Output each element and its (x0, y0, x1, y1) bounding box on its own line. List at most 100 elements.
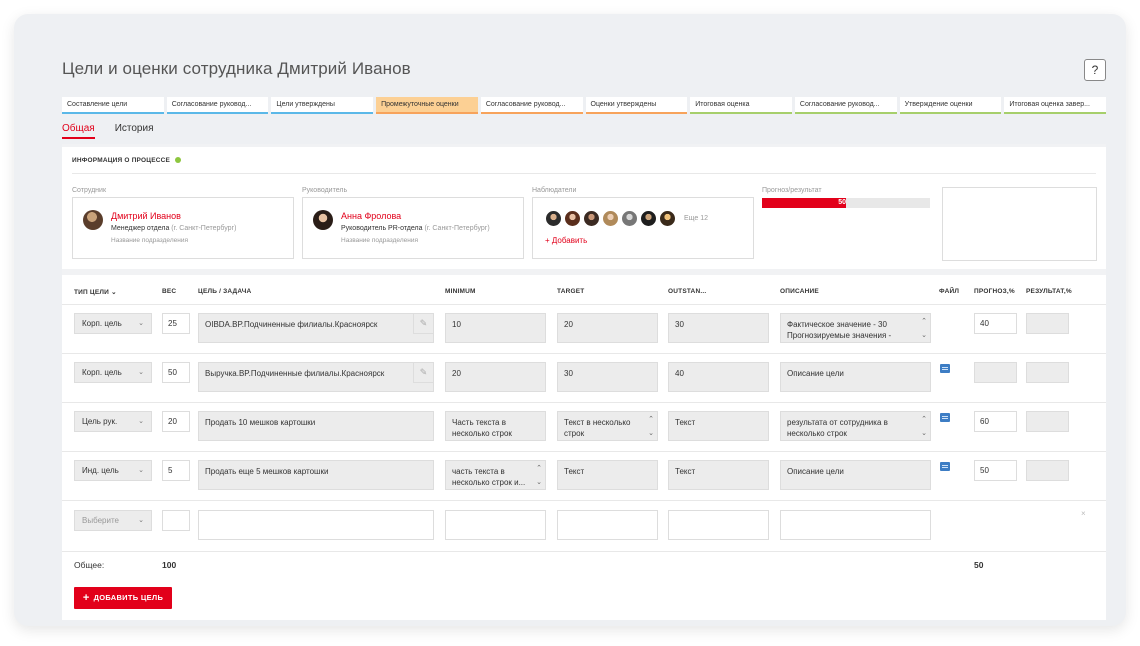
avatar[interactable] (621, 210, 638, 227)
forecast-input[interactable]: 60 (974, 411, 1017, 432)
manager-card: Анна Фролова Руководитель PR-отдела (г. … (302, 197, 524, 259)
task-input[interactable]: OIBDA.BP.Подчиненные филиалы.Красноярск (198, 313, 434, 343)
divider (62, 353, 1106, 354)
outstanding-input[interactable] (668, 510, 769, 540)
outstanding-field[interactable]: 30 (668, 313, 769, 343)
col-header-forecast: ПРОГНОЗ,% (974, 288, 1015, 295)
divider (72, 173, 1096, 174)
main-content: ИНФОРМАЦИЯ О ПРОЦЕССЕ Сотрудник Дмитрий … (62, 144, 1106, 620)
forecast-progress: 50 (762, 198, 930, 208)
minimum-field[interactable]: часть текста в несколько строк и... ⌃ ⌄ (445, 460, 546, 490)
col-header-type[interactable]: ТИП ЦЕЛИ ⌄ (74, 288, 117, 296)
scroll-down-icon[interactable]: ⌄ (921, 330, 927, 341)
process-step[interactable]: Итоговая оценка завер... (1004, 97, 1107, 114)
tabs: Общая История (62, 123, 154, 139)
process-step[interactable]: Оценки утверждены (585, 97, 688, 114)
employee-name[interactable]: Дмитрий Иванов (111, 211, 181, 221)
close-icon[interactable]: × (1081, 509, 1086, 518)
chevron-down-icon: ⌄ (111, 289, 117, 296)
file-icon[interactable] (940, 462, 950, 471)
help-button[interactable]: ? (1084, 59, 1106, 81)
chevron-down-icon: ⌄ (138, 418, 144, 425)
avatar[interactable] (640, 210, 657, 227)
outstanding-field[interactable]: 40 (668, 362, 769, 392)
minimum-input[interactable] (445, 510, 546, 540)
observers-label: Наблюдатели (532, 187, 577, 194)
scroll-down-icon[interactable]: ⌄ (536, 477, 542, 488)
goal-type-select[interactable]: Инд. цель ⌄ (74, 460, 152, 481)
divider (62, 451, 1106, 452)
description-field[interactable]: Описание цели (780, 362, 931, 392)
task-input[interactable]: Выручка.BP.Подчиненные филиалы.Красноярс… (198, 362, 434, 392)
process-step[interactable]: Цели утверждены (271, 97, 374, 114)
result-input[interactable] (1026, 460, 1069, 481)
avatar[interactable] (659, 210, 676, 227)
target-field[interactable]: 20 (557, 313, 658, 343)
scroll-down-icon[interactable]: ⌄ (921, 428, 927, 439)
manager-name[interactable]: Анна Фролова (341, 211, 401, 221)
manager-role: Руководитель PR-отдела (г. Санкт-Петербу… (341, 225, 490, 232)
target-field[interactable]: 30 (557, 362, 658, 392)
process-info-heading: ИНФОРМАЦИЯ О ПРОЦЕССЕ (72, 157, 182, 164)
process-step[interactable]: Промежуточные оценки (376, 97, 478, 114)
minimum-field[interactable]: Часть текста в несколько строк (445, 411, 546, 441)
target-input[interactable] (557, 510, 658, 540)
minimum-field[interactable]: 10 (445, 313, 546, 343)
file-icon[interactable] (940, 364, 950, 373)
task-input[interactable] (198, 510, 434, 540)
description-field[interactable]: Описание цели (780, 460, 931, 490)
outstanding-field[interactable]: Текст (668, 411, 769, 441)
outstanding-field[interactable]: Текст (668, 460, 769, 490)
process-step[interactable]: Итоговая оценка (690, 97, 792, 114)
forecast-input[interactable]: 50 (974, 460, 1017, 481)
col-header-minimum: MINIMUM (445, 288, 476, 295)
process-step[interactable]: Утверждение оценки (899, 97, 1002, 114)
forecast-input[interactable] (974, 362, 1017, 383)
target-field[interactable]: Текст (557, 460, 658, 490)
scroll-down-icon[interactable]: ⌄ (648, 428, 654, 439)
add-observer-link[interactable]: + Добавить (545, 236, 587, 245)
weight-input[interactable]: 20 (162, 411, 190, 432)
process-step[interactable]: Составление цели (62, 97, 164, 114)
target-field[interactable]: Текст в несколько строк ⌃ ⌄ (557, 411, 658, 441)
task-input[interactable]: Продать 10 мешков картошки (198, 411, 434, 441)
description-field[interactable]: результата от сотрудника в несколько стр… (780, 411, 931, 441)
tab-general[interactable]: Общая (62, 123, 95, 139)
weight-input[interactable] (162, 510, 190, 531)
forecast-input[interactable]: 40 (974, 313, 1017, 334)
goal-type-select[interactable]: Цель рук. ⌄ (74, 411, 152, 432)
scroll-up-icon[interactable]: ⌃ (536, 463, 542, 474)
result-input[interactable] (1026, 362, 1069, 383)
description-input[interactable] (780, 510, 931, 540)
task-input[interactable]: Продать еще 5 мешков картошки (198, 460, 434, 490)
edit-icon[interactable]: ✎ (413, 313, 434, 334)
chevron-down-icon: ⌄ (138, 517, 144, 524)
avatar[interactable] (602, 210, 619, 227)
minimum-field[interactable]: 20 (445, 362, 546, 392)
weight-input[interactable]: 25 (162, 313, 190, 334)
process-step[interactable]: Согласование руковод... (480, 97, 583, 114)
result-input[interactable] (1026, 411, 1069, 432)
avatar[interactable] (564, 210, 581, 227)
manager-label: Руководитель (302, 187, 348, 194)
edit-icon[interactable]: ✎ (413, 362, 434, 383)
goal-type-select[interactable]: Корп. цель ⌄ (74, 313, 152, 334)
observers-more[interactable]: Еще 12 (684, 215, 708, 222)
weight-input[interactable]: 5 (162, 460, 190, 481)
goal-type-select[interactable]: Выберите ⌄ (74, 510, 152, 531)
goal-type-select[interactable]: Корп. цель ⌄ (74, 362, 152, 383)
scroll-up-icon[interactable]: ⌃ (921, 414, 927, 425)
weight-input[interactable]: 50 (162, 362, 190, 383)
result-input[interactable] (1026, 313, 1069, 334)
scroll-up-icon[interactable]: ⌃ (921, 316, 927, 327)
file-icon[interactable] (940, 413, 950, 422)
process-step[interactable]: Согласование руковод... (794, 97, 897, 114)
avatar[interactable] (583, 210, 600, 227)
description-field[interactable]: Фактическое значение - 30 Прогнозируемые… (780, 313, 931, 343)
scroll-up-icon[interactable]: ⌃ (648, 414, 654, 425)
process-step[interactable]: Согласование руковод... (166, 97, 269, 114)
tab-history[interactable]: История (115, 123, 154, 139)
avatar[interactable] (545, 210, 562, 227)
total-forecast: 50 (974, 560, 984, 570)
add-goal-button[interactable]: + ДОБАВИТЬ ЦЕЛЬ (74, 587, 172, 609)
